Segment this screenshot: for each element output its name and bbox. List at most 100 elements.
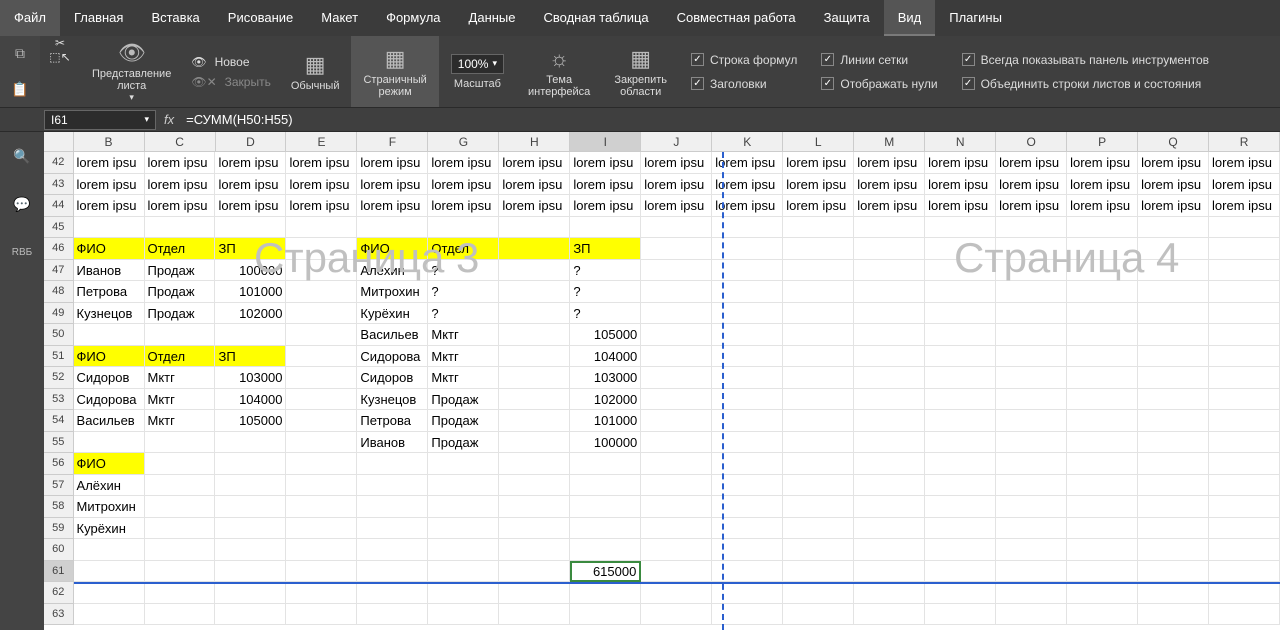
row-header-49[interactable]: 49 bbox=[44, 303, 74, 325]
cell-N51[interactable] bbox=[925, 346, 996, 368]
cell-G57[interactable] bbox=[428, 475, 499, 497]
cell-I61[interactable]: 615000 bbox=[570, 561, 641, 583]
normal-view-button[interactable]: ▦ Обычный bbox=[279, 36, 352, 107]
cell-N43[interactable]: lorem ipsu bbox=[925, 174, 996, 196]
cell-G63[interactable] bbox=[428, 604, 499, 626]
menu-совместная работа[interactable]: Совместная работа bbox=[663, 0, 810, 36]
cell-H54[interactable] bbox=[499, 410, 570, 432]
cell-J50[interactable] bbox=[641, 324, 712, 346]
menu-рисование[interactable]: Рисование bbox=[214, 0, 307, 36]
col-header-I[interactable]: I bbox=[570, 132, 641, 151]
cell-L49[interactable] bbox=[783, 303, 854, 325]
cell-M56[interactable] bbox=[854, 453, 925, 475]
cell-D46[interactable]: ЗП bbox=[215, 238, 286, 260]
cell-G48[interactable]: ? bbox=[428, 281, 499, 303]
menu-защита[interactable]: Защита bbox=[810, 0, 884, 36]
cell-J42[interactable]: lorem ipsu bbox=[641, 152, 712, 174]
cell-H43[interactable]: lorem ipsu bbox=[499, 174, 570, 196]
theme-button[interactable]: ☼ Тема интерфейса bbox=[516, 36, 602, 107]
cell-E53[interactable] bbox=[286, 389, 357, 411]
cell-K43[interactable]: lorem ipsu bbox=[712, 174, 783, 196]
cell-O44[interactable]: lorem ipsu bbox=[996, 195, 1067, 217]
cell-N58[interactable] bbox=[925, 496, 996, 518]
cell-D42[interactable]: lorem ipsu bbox=[215, 152, 286, 174]
cell-F63[interactable] bbox=[357, 604, 428, 626]
cell-O58[interactable] bbox=[996, 496, 1067, 518]
cell-I47[interactable]: ? bbox=[570, 260, 641, 282]
cell-F55[interactable]: Иванов bbox=[357, 432, 428, 454]
row-header-48[interactable]: 48 bbox=[44, 281, 74, 303]
cell-J51[interactable] bbox=[641, 346, 712, 368]
cell-K47[interactable] bbox=[712, 260, 783, 282]
cell-O48[interactable] bbox=[996, 281, 1067, 303]
cell-B62[interactable] bbox=[74, 582, 145, 604]
cell-H55[interactable] bbox=[499, 432, 570, 454]
row-header-45[interactable]: 45 bbox=[44, 217, 74, 239]
cell-K42[interactable]: lorem ipsu bbox=[712, 152, 783, 174]
cell-J44[interactable]: lorem ipsu bbox=[641, 195, 712, 217]
cell-L62[interactable] bbox=[783, 582, 854, 604]
cell-F56[interactable] bbox=[357, 453, 428, 475]
row-header-44[interactable]: 44 bbox=[44, 195, 74, 217]
cell-B54[interactable]: Васильев bbox=[74, 410, 145, 432]
cell-R54[interactable] bbox=[1209, 410, 1280, 432]
cell-K59[interactable] bbox=[712, 518, 783, 540]
cell-Q42[interactable]: lorem ipsu bbox=[1138, 152, 1209, 174]
cell-H48[interactable] bbox=[499, 281, 570, 303]
cell-N44[interactable]: lorem ipsu bbox=[925, 195, 996, 217]
cell-M62[interactable] bbox=[854, 582, 925, 604]
cell-P49[interactable] bbox=[1067, 303, 1138, 325]
cell-L59[interactable] bbox=[783, 518, 854, 540]
cell-R61[interactable] bbox=[1209, 561, 1280, 583]
cell-C55[interactable] bbox=[145, 432, 216, 454]
cell-K58[interactable] bbox=[712, 496, 783, 518]
cell-P63[interactable] bbox=[1067, 604, 1138, 626]
cell-F49[interactable]: Курёхин bbox=[357, 303, 428, 325]
cell-G55[interactable]: Продаж bbox=[428, 432, 499, 454]
cell-M60[interactable] bbox=[854, 539, 925, 561]
cell-N56[interactable] bbox=[925, 453, 996, 475]
col-header-E[interactable]: E bbox=[286, 132, 357, 151]
cell-K55[interactable] bbox=[712, 432, 783, 454]
cell-L46[interactable] bbox=[783, 238, 854, 260]
cell-O55[interactable] bbox=[996, 432, 1067, 454]
cell-D50[interactable] bbox=[215, 324, 286, 346]
cell-P52[interactable] bbox=[1067, 367, 1138, 389]
cell-C53[interactable]: Мктг bbox=[145, 389, 216, 411]
cell-M51[interactable] bbox=[854, 346, 925, 368]
cell-K46[interactable] bbox=[712, 238, 783, 260]
cell-P62[interactable] bbox=[1067, 582, 1138, 604]
cell-O61[interactable] bbox=[996, 561, 1067, 583]
cell-G60[interactable] bbox=[428, 539, 499, 561]
cell-J48[interactable] bbox=[641, 281, 712, 303]
cell-G56[interactable] bbox=[428, 453, 499, 475]
cell-I59[interactable] bbox=[570, 518, 641, 540]
cell-I63[interactable] bbox=[570, 604, 641, 626]
cell-Q46[interactable] bbox=[1138, 238, 1209, 260]
col-header-O[interactable]: O bbox=[996, 132, 1067, 151]
cell-D54[interactable]: 105000 bbox=[215, 410, 286, 432]
spellcheck-icon[interactable]: RВБ bbox=[4, 234, 40, 270]
cell-M47[interactable] bbox=[854, 260, 925, 282]
col-header-D[interactable]: D bbox=[216, 132, 287, 151]
col-header-J[interactable]: J bbox=[641, 132, 712, 151]
cell-E52[interactable] bbox=[286, 367, 357, 389]
cell-R59[interactable] bbox=[1209, 518, 1280, 540]
cell-J49[interactable] bbox=[641, 303, 712, 325]
cell-H44[interactable]: lorem ipsu bbox=[499, 195, 570, 217]
cell-I58[interactable] bbox=[570, 496, 641, 518]
cell-C58[interactable] bbox=[145, 496, 216, 518]
cell-J46[interactable] bbox=[641, 238, 712, 260]
row-header-62[interactable]: 62 bbox=[44, 582, 74, 604]
cell-P60[interactable] bbox=[1067, 539, 1138, 561]
cell-M61[interactable] bbox=[854, 561, 925, 583]
cell-N49[interactable] bbox=[925, 303, 996, 325]
cell-C60[interactable] bbox=[145, 539, 216, 561]
sheet-view-button[interactable]: 👁 Представление листа ▾ bbox=[80, 36, 183, 107]
cell-B51[interactable]: ФИО bbox=[74, 346, 145, 368]
cell-E45[interactable] bbox=[286, 217, 357, 239]
cell-D44[interactable]: lorem ipsu bbox=[215, 195, 286, 217]
col-header-G[interactable]: G bbox=[428, 132, 499, 151]
cell-J59[interactable] bbox=[641, 518, 712, 540]
cell-K60[interactable] bbox=[712, 539, 783, 561]
